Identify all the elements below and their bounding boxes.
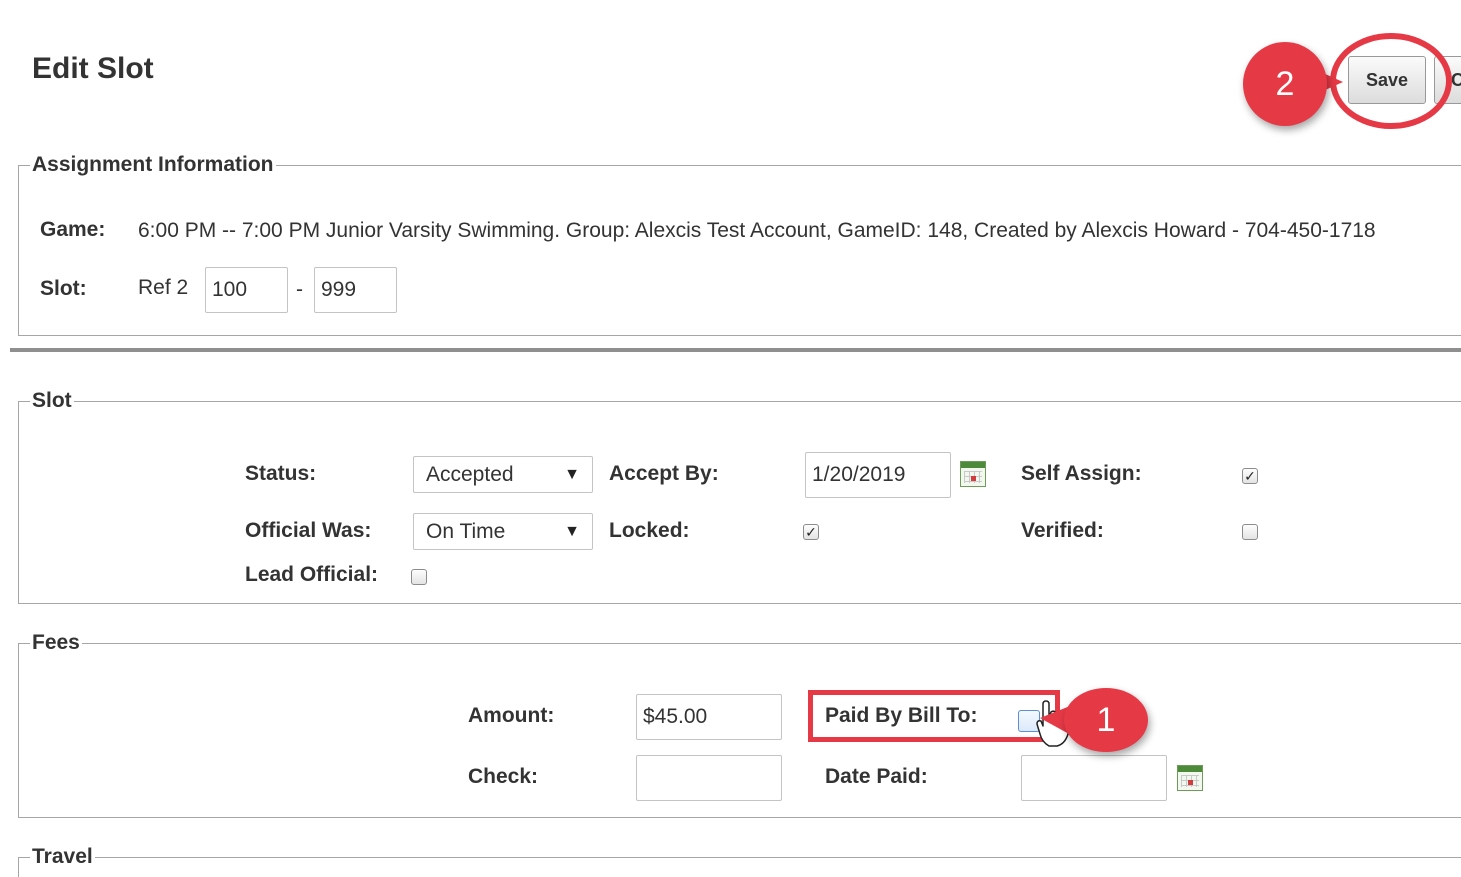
official-was-label: Official Was:: [245, 519, 372, 542]
game-label: Game:: [40, 218, 106, 241]
step-2-badge: 2: [1243, 42, 1327, 126]
calendar-icon[interactable]: [1177, 765, 1203, 791]
official-was-select[interactable]: On Time ▼: [413, 513, 593, 550]
locked-label: Locked:: [609, 519, 690, 542]
step-1-badge: 1: [1064, 688, 1148, 752]
amount-label: Amount:: [468, 704, 555, 727]
fees-legend: Fees: [30, 631, 82, 655]
check-label: Check:: [468, 765, 539, 788]
page-title: Edit Slot: [32, 52, 154, 85]
slot-fieldset: [18, 401, 1461, 604]
slot-separator: -: [296, 278, 303, 301]
checkmark-icon: ✓: [1244, 468, 1256, 484]
chevron-down-icon: ▼: [564, 522, 580, 540]
assignment-information-legend: Assignment Information: [30, 153, 276, 177]
locked-checkbox[interactable]: ✓: [803, 524, 819, 540]
self-assign-checkbox[interactable]: ✓: [1242, 468, 1258, 484]
official-was-select-value: On Time: [426, 519, 506, 543]
accept-by-label: Accept By:: [609, 462, 719, 485]
slot-label: Slot:: [40, 277, 87, 300]
game-value: 6:00 PM -- 7:00 PM Junior Varsity Swimmi…: [138, 219, 1376, 242]
self-assign-label: Self Assign:: [1021, 462, 1142, 485]
accept-by-field[interactable]: 1/20/2019: [805, 452, 951, 498]
travel-fieldset: [18, 857, 1461, 877]
slot-from-field[interactable]: 100: [205, 267, 288, 313]
status-select[interactable]: Accepted ▼: [413, 456, 593, 493]
section-divider: [10, 348, 1461, 352]
verified-label: Verified:: [1021, 519, 1104, 542]
slot-to-field[interactable]: 999: [314, 267, 397, 313]
checkmark-icon: ✓: [805, 524, 817, 540]
travel-legend: Travel: [30, 845, 95, 869]
lead-official-label: Lead Official:: [245, 563, 379, 586]
slot-legend: Slot: [30, 389, 74, 413]
check-field[interactable]: [636, 755, 782, 801]
lead-official-checkbox[interactable]: [411, 569, 427, 585]
status-select-value: Accepted: [426, 462, 514, 486]
save-highlight-circle: [1330, 33, 1452, 129]
calendar-icon[interactable]: [960, 461, 986, 487]
date-paid-label: Date Paid:: [825, 765, 928, 788]
amount-field[interactable]: $45.00: [636, 694, 782, 740]
paid-by-bill-to-highlight: [808, 690, 1060, 742]
slot-ref: Ref 2: [138, 276, 189, 299]
chevron-down-icon: ▼: [564, 465, 580, 483]
verified-checkbox[interactable]: [1242, 524, 1258, 540]
status-label: Status:: [245, 462, 317, 485]
